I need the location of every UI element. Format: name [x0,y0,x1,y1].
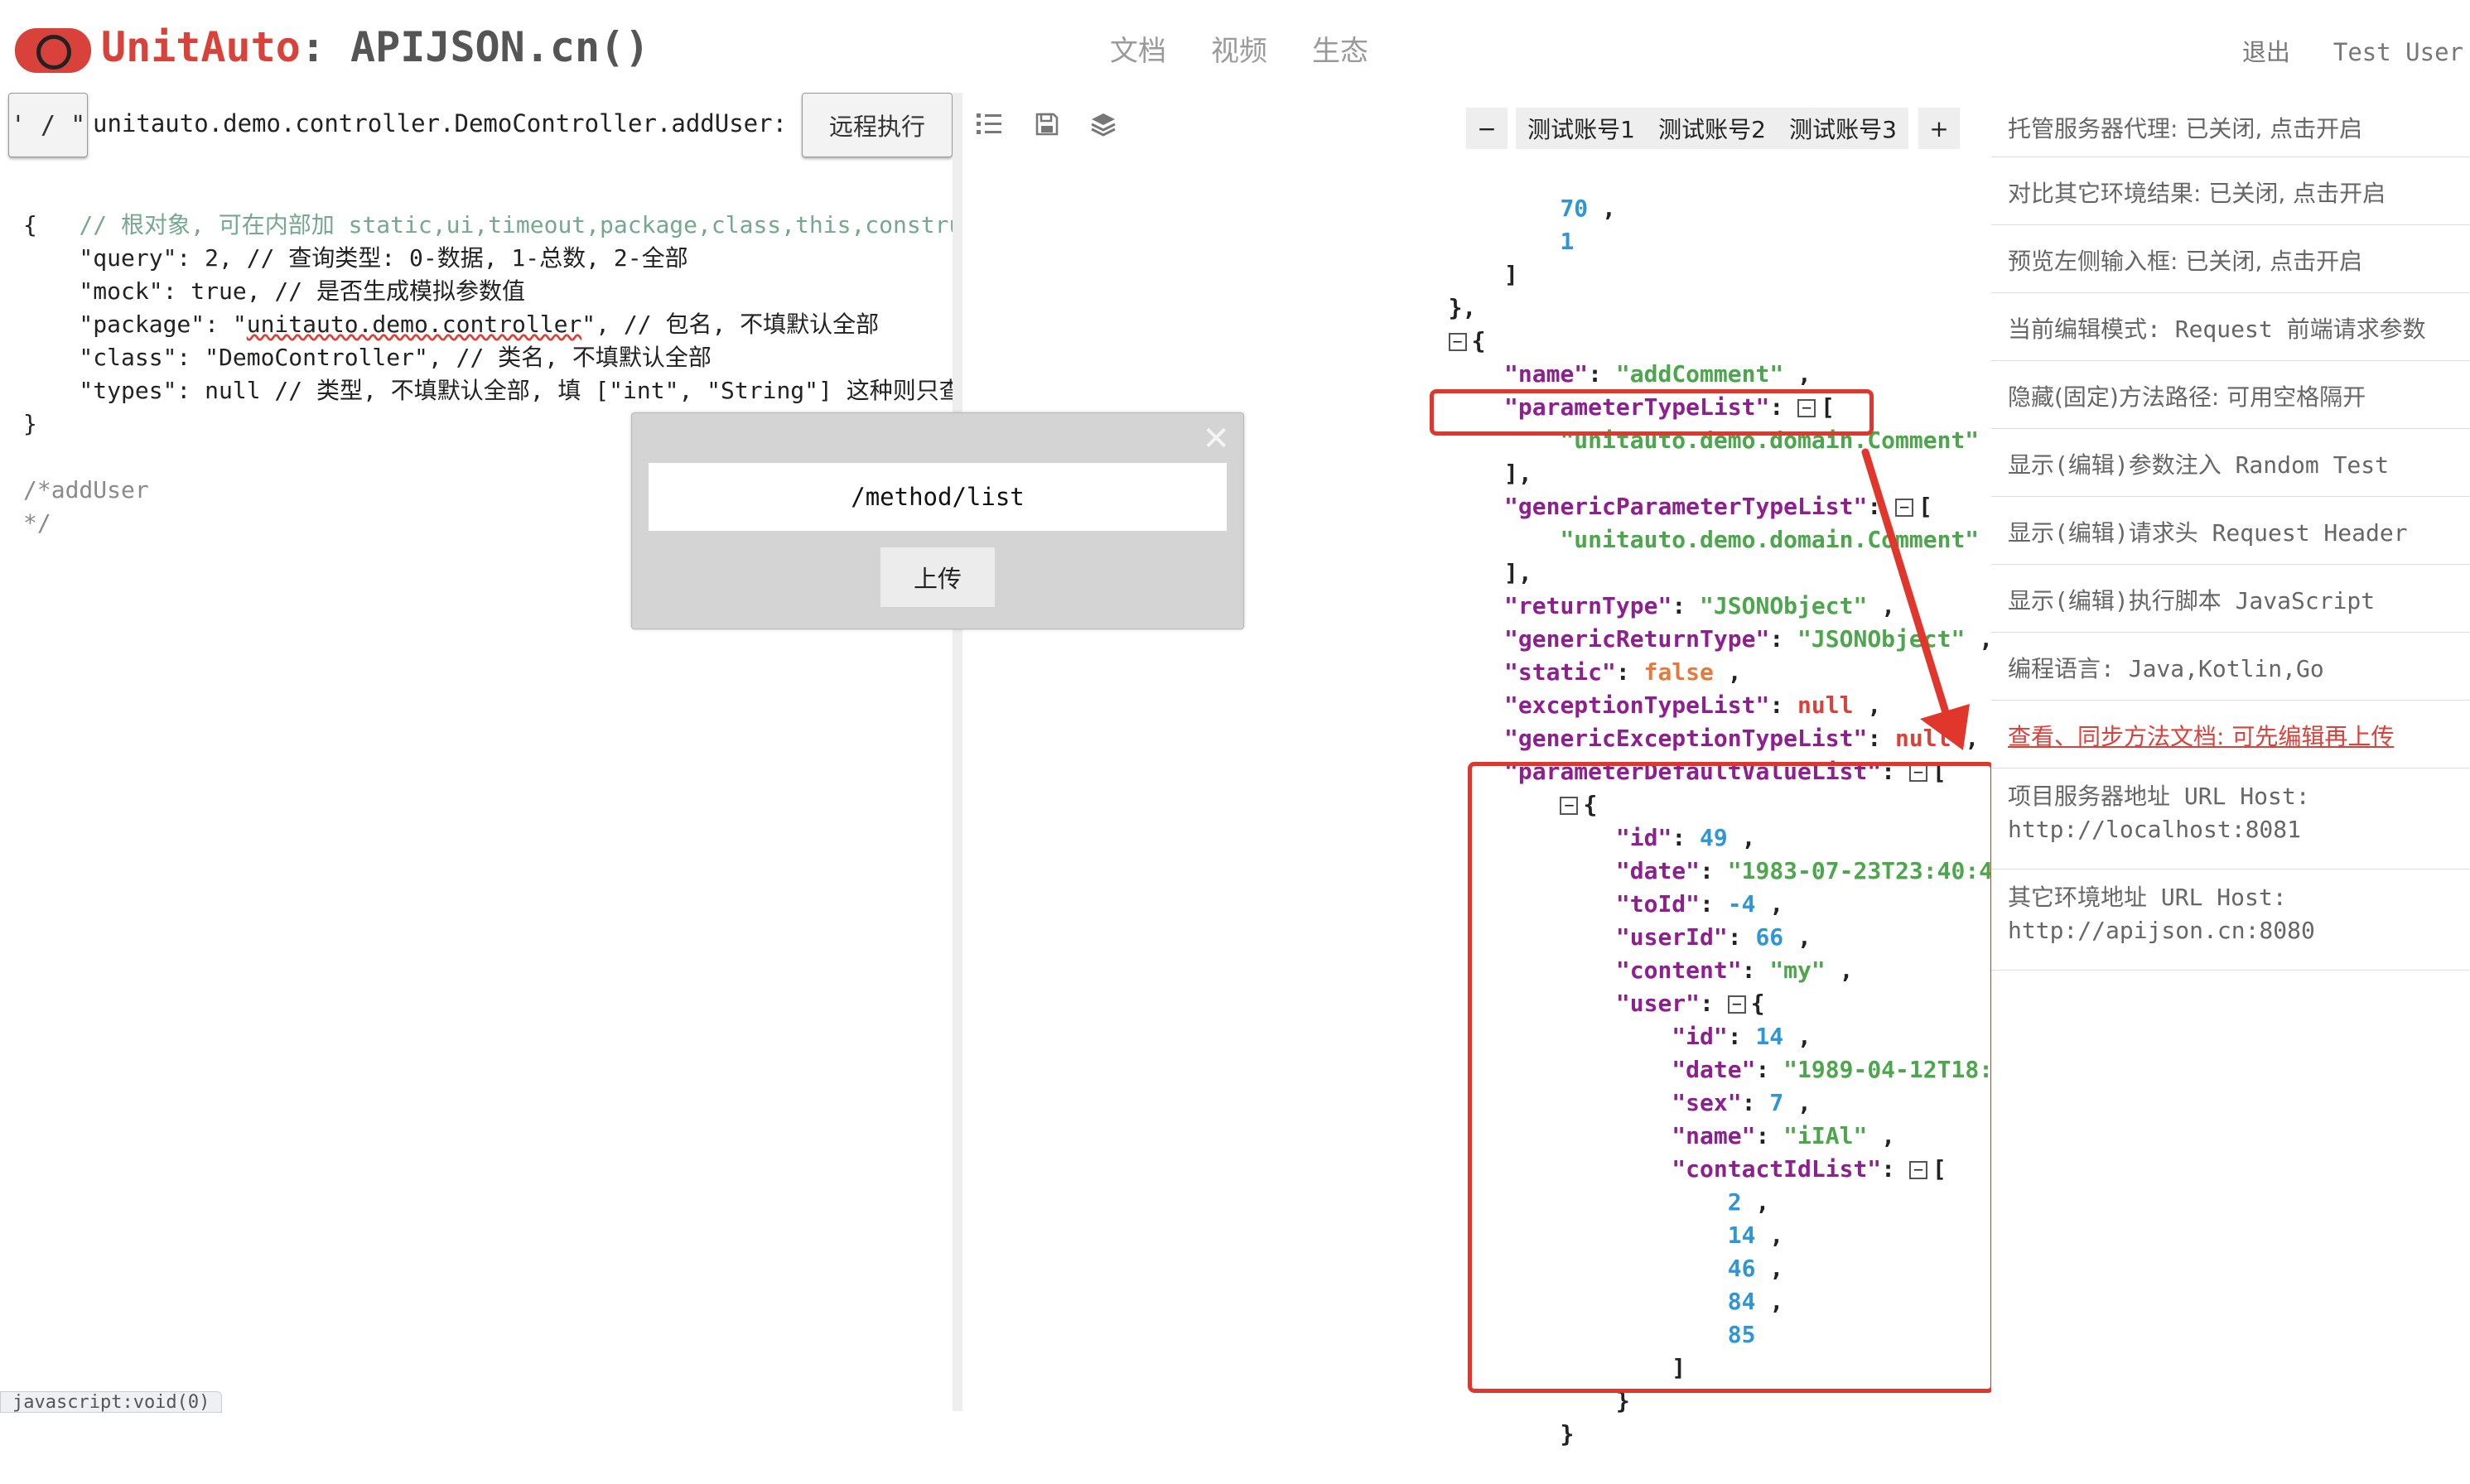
project-host-label: 项目服务器地址 URL Host: [2008,783,2310,810]
sidebar-item-script[interactable]: 显示(编辑)执行脚本 JavaScript [1991,565,2470,633]
sidebar-item-edit-mode[interactable]: 当前编辑模式: Request 前端请求参数 [1991,293,2470,361]
sidebar-item-request-header[interactable]: 显示(编辑)请求头 Request Header [1991,497,2470,565]
sidebar-item-proxy[interactable]: 托管服务器代理: 已关闭, 点击开启 [1991,93,2470,157]
sidebar-item-language[interactable]: 编程语言: Java,Kotlin,Go [1991,633,2470,701]
sidebar-item-compare[interactable]: 对比其它环境结果: 已关闭, 点击开启 [1991,157,2470,225]
other-host-section[interactable]: 其它环境地址 URL Host: http://apijson.cn:8080 [1991,870,2470,971]
sidebar-item-random-test[interactable]: 显示(编辑)参数注入 Random Test [1991,429,2470,497]
settings-sidebar: 托管服务器代理: 已关闭, 点击开启 对比其它环境结果: 已关闭, 点击开启 预… [1991,93,2470,1411]
project-host-section[interactable]: 项目服务器地址 URL Host: http://localhost:8081 [1991,768,2470,870]
status-bar: javascript:void(0) [0,1391,223,1413]
sidebar-item-hide-path[interactable]: 隐藏(固定)方法路径: 可用空格隔开 [1991,361,2470,429]
sidebar-doc-link[interactable]: 查看、同步方法文档: 可先编辑再上传 [1991,701,2470,768]
sidebar-item-preview[interactable]: 预览左侧输入框: 已关闭, 点击开启 [1991,225,2470,293]
other-host-value[interactable]: http://apijson.cn:8080 [2008,914,2453,947]
json-line: } [1560,1420,1575,1448]
other-host-label: 其它环境地址 URL Host: [2008,884,2287,911]
project-host-value[interactable]: http://localhost:8081 [2008,813,2453,846]
